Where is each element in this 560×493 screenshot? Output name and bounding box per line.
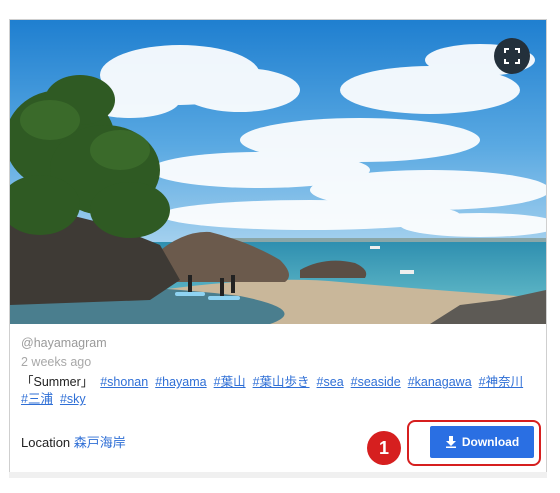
beach-photo bbox=[10, 20, 546, 324]
hashtag-link[interactable]: #sea bbox=[317, 375, 344, 389]
hashtag-link[interactable]: #三浦 bbox=[21, 392, 53, 406]
caption-title: 「Summer」 bbox=[21, 375, 94, 389]
expand-button[interactable] bbox=[494, 38, 530, 74]
post-caption: 「Summer」 #shonan #hayama #葉山 #葉山歩き #sea #seasi… bbox=[21, 374, 541, 408]
hashtag-link[interactable]: #seaside bbox=[351, 375, 401, 389]
location-label: Location bbox=[21, 435, 71, 450]
hashtag-link[interactable]: #kanagawa bbox=[408, 375, 472, 389]
download-icon bbox=[445, 436, 456, 448]
hashtag-link[interactable]: #sky bbox=[60, 392, 86, 406]
hashtag-link[interactable]: #神奈川 bbox=[479, 375, 523, 389]
download-button[interactable]: Download bbox=[430, 426, 534, 458]
download-label: Download bbox=[461, 435, 520, 449]
hashtag-link[interactable]: #hayama bbox=[155, 375, 206, 389]
hashtag-link[interactable]: #葉山歩き bbox=[253, 375, 310, 389]
card-footer-strip bbox=[9, 472, 547, 478]
step-number-badge: 1 bbox=[367, 431, 401, 465]
location: Location 森戸海岸 bbox=[21, 432, 126, 451]
username[interactable]: @hayamagram bbox=[21, 336, 541, 350]
post-details: @hayamagram 2 weeks ago 「Summer」 #shonan #… bbox=[21, 336, 541, 408]
post-time: 2 weeks ago bbox=[21, 355, 92, 369]
post-photo[interactable] bbox=[10, 20, 546, 324]
expand-fullscreen-icon bbox=[504, 48, 520, 64]
location-link[interactable]: 森戸海岸 bbox=[74, 435, 126, 450]
hashtag-link[interactable]: #葉山 bbox=[214, 375, 246, 389]
hashtag-link[interactable]: #shonan bbox=[100, 375, 148, 389]
